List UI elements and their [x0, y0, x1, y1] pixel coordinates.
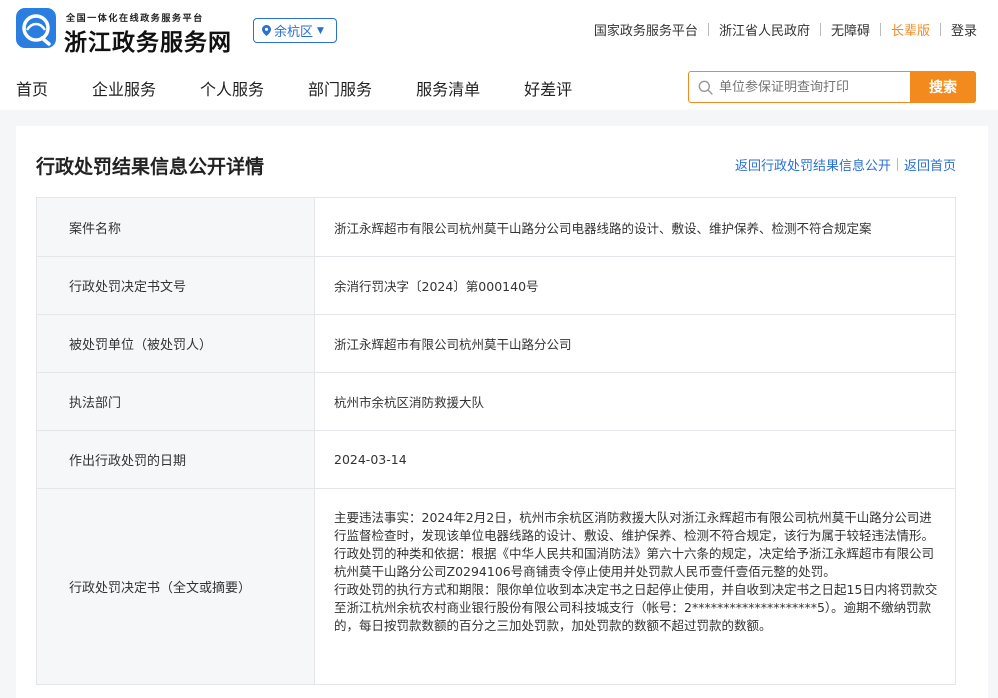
row-label: 作出行政处罚的日期 — [37, 431, 315, 488]
nav-item-service-list[interactable]: 服务清单 — [416, 76, 480, 100]
table-row: 执法部门 杭州市余杭区消防救援大队 — [37, 372, 955, 430]
violation-facts: 主要违法事实：2024年2月2日，杭州市余杭区消防救援大队对浙江永辉超市有限公司… — [334, 510, 935, 543]
search-input[interactable] — [719, 80, 909, 95]
divider — [939, 23, 941, 36]
row-value: 浙江永辉超市有限公司杭州莫干山路分公司 — [334, 337, 572, 352]
nav-item-personal[interactable]: 个人服务 — [200, 76, 264, 100]
row-label: 行政处罚决定书（全文或摘要） — [37, 489, 315, 684]
detail-card: 行政处罚结果信息公开详情 返回行政处罚结果信息公开 返回首页 案件名称 浙江永辉… — [16, 126, 988, 698]
search-icon — [698, 80, 713, 95]
region-label: 余杭区 — [274, 25, 314, 40]
back-to-list-link[interactable]: 返回行政处罚结果信息公开 — [735, 155, 891, 174]
decision-text: 主要违法事实：2024年2月2日，杭州市余杭区消防救援大队对浙江永辉超市有限公司… — [315, 489, 955, 684]
page-title: 行政处罚结果信息公开详情 — [36, 156, 265, 178]
table-row: 作出行政处罚的日期 2024-03-14 — [37, 430, 955, 488]
row-label: 行政处罚决定书文号 — [37, 257, 315, 314]
link-provincial-government[interactable]: 浙江省人民政府 — [719, 20, 810, 39]
site-logo-icon[interactable] — [16, 8, 56, 48]
row-value: 余消行罚决字〔2024〕第000140号 — [334, 279, 539, 294]
row-label: 执法部门 — [37, 373, 315, 430]
main-nav: 首页 企业服务 个人服务 部门服务 服务清单 好差评 — [16, 76, 616, 100]
row-label: 案件名称 — [37, 198, 315, 256]
divider — [819, 23, 821, 36]
detail-table: 案件名称 浙江永辉超市有限公司杭州莫干山路分公司电器线路的设计、敷设、维护保养、… — [36, 197, 956, 685]
link-accessibility[interactable]: 无障碍 — [831, 20, 870, 39]
table-row: 被处罚单位（被处罚人） 浙江永辉超市有限公司杭州莫干山路分公司 — [37, 314, 955, 372]
search-button[interactable]: 搜索 — [910, 71, 976, 103]
site-header: 全国一体化在线政务服务平台 浙江政务服务网 余杭区 ▼ 国家政务服务平台 浙江省… — [0, 0, 998, 110]
nav-item-enterprise[interactable]: 企业服务 — [92, 76, 156, 100]
search-box: 搜索 — [688, 71, 976, 103]
table-row: 行政处罚决定书（全文或摘要） 主要违法事实：2024年2月2日，杭州市余杭区消防… — [37, 488, 955, 684]
execution-terms: 行政处罚的执行方式和期限：限你单位收到本决定书之日起停止使用，并自收到决定书之日… — [334, 582, 938, 633]
region-selector[interactable]: 余杭区 ▼ — [253, 18, 337, 43]
table-row: 行政处罚决定书文号 余消行罚决字〔2024〕第000140号 — [37, 256, 955, 314]
link-login[interactable]: 登录 — [951, 20, 977, 39]
location-pin-icon — [262, 25, 271, 36]
row-value: 浙江永辉超市有限公司杭州莫干山路分公司电器线路的设计、敷设、维护保养、检测不符合… — [334, 220, 872, 236]
divider — [896, 158, 898, 171]
row-value: 2024-03-14 — [334, 452, 407, 467]
divider — [707, 23, 709, 36]
link-national-platform[interactable]: 国家政务服务平台 — [594, 20, 698, 39]
table-row: 案件名称 浙江永辉超市有限公司杭州莫干山路分公司电器线路的设计、敷设、维护保养、… — [37, 198, 955, 256]
nav-item-rating[interactable]: 好差评 — [524, 76, 572, 100]
link-elder-version[interactable]: 长辈版 — [891, 20, 930, 39]
row-label: 被处罚单位（被处罚人） — [37, 315, 315, 372]
divider — [879, 23, 881, 36]
row-value: 杭州市余杭区消防救援大队 — [334, 395, 485, 410]
back-to-home-link[interactable]: 返回首页 — [904, 155, 956, 174]
penalty-basis: 行政处罚的种类和依据：根据《中华人民共和国消防法》第六十六条的规定，决定给予浙江… — [334, 546, 935, 579]
top-links: 国家政务服务平台 浙江省人民政府 无障碍 长辈版 登录 — [594, 20, 977, 39]
breadcrumb-links: 返回行政处罚结果信息公开 返回首页 — [735, 155, 956, 174]
brand-name[interactable]: 浙江政务服务网 — [64, 23, 232, 57]
nav-item-home[interactable]: 首页 — [16, 76, 48, 100]
chevron-down-icon: ▼ — [317, 25, 324, 36]
nav-item-department[interactable]: 部门服务 — [308, 76, 372, 100]
